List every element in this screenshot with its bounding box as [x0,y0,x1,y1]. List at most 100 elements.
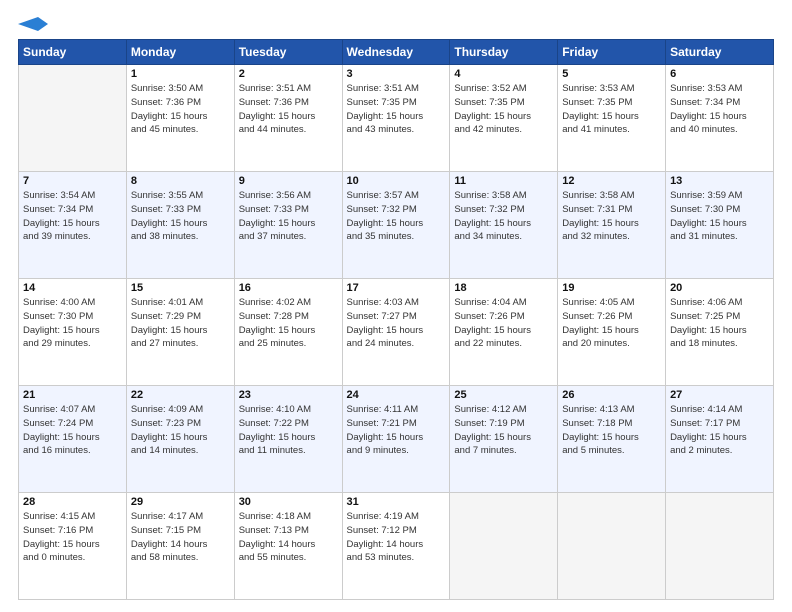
calendar-cell: 19 Sunrise: 4:05 AMSunset: 7:26 PMDayligh… [558,279,666,386]
calendar-cell: 11Sunrise: 3:58 AMSunset: 7:32 PMDayligh… [450,172,558,279]
day-number: 24 [347,389,446,401]
day-number: 15 [131,282,230,294]
day-number: 13 [670,175,769,187]
calendar-header-friday: Friday [558,40,666,65]
day-number: 21 [23,389,122,401]
day-number: 19 [562,282,661,294]
day-number: 28 [23,496,122,508]
logo-arrow-icon [18,17,48,31]
day-info: Sunrise: 4:07 AMSunset: 7:24 PMDaylight:… [23,403,122,458]
calendar-cell: 23 Sunrise: 4:10 AMSunset: 7:22 PMDayligh… [234,386,342,493]
calendar-header-row: SundayMondayTuesdayWednesdayThursdayFrid… [19,40,774,65]
day-number: 14 [23,282,122,294]
calendar-cell: 4 Sunrise: 3:52 AMSunset: 7:35 PMDaylight… [450,65,558,172]
day-number: 12 [562,175,661,187]
logo [18,16,48,31]
day-number: 26 [562,389,661,401]
day-info: Sunrise: 4:06 AMSunset: 7:25 PMDaylight:… [670,296,769,351]
day-info: Sunrise: 4:12 AMSunset: 7:19 PMDaylight:… [454,403,553,458]
calendar-table: SundayMondayTuesdayWednesdayThursdayFrid… [18,39,774,600]
calendar-cell: 1 Sunrise: 3:50 AMSunset: 7:36 PMDaylight… [126,65,234,172]
day-number: 27 [670,389,769,401]
day-info: Sunrise: 4:00 AMSunset: 7:30 PMDaylight:… [23,296,122,351]
calendar-cell: 13 Sunrise: 3:59 AMSunset: 7:30 PMDayligh… [666,172,774,279]
calendar-cell: 9 Sunrise: 3:56 AMSunset: 7:33 PMDaylight… [234,172,342,279]
calendar-cell [558,493,666,600]
day-info: Sunrise: 4:03 AMSunset: 7:27 PMDaylight:… [347,296,446,351]
calendar-cell: 10Sunrise: 3:57 AMSunset: 7:32 PMDayligh… [342,172,450,279]
calendar-cell: 15Sunrise: 4:01 AMSunset: 7:29 PMDayligh… [126,279,234,386]
day-info: Sunrise: 3:51 AMSunset: 7:36 PMDaylight:… [239,82,338,137]
calendar-cell [450,493,558,600]
day-number: 7 [23,175,122,187]
day-number: 25 [454,389,553,401]
day-number: 4 [454,68,553,80]
calendar-cell: 5 Sunrise: 3:53 AMSunset: 7:35 PMDaylight… [558,65,666,172]
calendar-cell: 29Sunrise: 4:17 AMSunset: 7:15 PMDayligh… [126,493,234,600]
calendar-header-tuesday: Tuesday [234,40,342,65]
calendar-header-saturday: Saturday [666,40,774,65]
week-row-1: 1 Sunrise: 3:50 AMSunset: 7:36 PMDaylight… [19,65,774,172]
day-info: Sunrise: 3:55 AMSunset: 7:33 PMDaylight:… [131,189,230,244]
day-info: Sunrise: 4:15 AMSunset: 7:16 PMDaylight:… [23,510,122,565]
day-info: Sunrise: 4:02 AMSunset: 7:28 PMDaylight:… [239,296,338,351]
week-row-4: 21 Sunrise: 4:07 AMSunset: 7:24 PMDayligh… [19,386,774,493]
day-info: Sunrise: 3:58 AMSunset: 7:31 PMDaylight:… [562,189,661,244]
calendar-cell: 14 Sunrise: 4:00 AMSunset: 7:30 PMDayligh… [19,279,127,386]
calendar-cell: 12 Sunrise: 3:58 AMSunset: 7:31 PMDayligh… [558,172,666,279]
day-info: Sunrise: 4:11 AMSunset: 7:21 PMDaylight:… [347,403,446,458]
day-info: Sunrise: 3:50 AMSunset: 7:36 PMDaylight:… [131,82,230,137]
day-info: Sunrise: 3:59 AMSunset: 7:30 PMDaylight:… [670,189,769,244]
day-info: Sunrise: 3:53 AMSunset: 7:34 PMDaylight:… [670,82,769,137]
day-number: 16 [239,282,338,294]
day-number: 8 [131,175,230,187]
day-number: 3 [347,68,446,80]
calendar-cell: 8 Sunrise: 3:55 AMSunset: 7:33 PMDaylight… [126,172,234,279]
calendar-cell: 2 Sunrise: 3:51 AMSunset: 7:36 PMDaylight… [234,65,342,172]
day-number: 23 [239,389,338,401]
day-info: Sunrise: 4:05 AMSunset: 7:26 PMDaylight:… [562,296,661,351]
calendar-cell: 17 Sunrise: 4:03 AMSunset: 7:27 PMDayligh… [342,279,450,386]
calendar-cell: 27 Sunrise: 4:14 AMSunset: 7:17 PMDayligh… [666,386,774,493]
day-number: 6 [670,68,769,80]
day-info: Sunrise: 4:19 AMSunset: 7:12 PMDaylight:… [347,510,446,565]
week-row-5: 28 Sunrise: 4:15 AMSunset: 7:16 PMDayligh… [19,493,774,600]
calendar-cell [19,65,127,172]
day-info: Sunrise: 4:14 AMSunset: 7:17 PMDaylight:… [670,403,769,458]
calendar-cell: 3 Sunrise: 3:51 AMSunset: 7:35 PMDaylight… [342,65,450,172]
day-info: Sunrise: 3:51 AMSunset: 7:35 PMDaylight:… [347,82,446,137]
day-info: Sunrise: 3:53 AMSunset: 7:35 PMDaylight:… [562,82,661,137]
day-number: 5 [562,68,661,80]
day-info: Sunrise: 4:18 AMSunset: 7:13 PMDaylight:… [239,510,338,565]
day-number: 2 [239,68,338,80]
day-info: Sunrise: 4:13 AMSunset: 7:18 PMDaylight:… [562,403,661,458]
day-info: Sunrise: 3:52 AMSunset: 7:35 PMDaylight:… [454,82,553,137]
day-number: 31 [347,496,446,508]
page: SundayMondayTuesdayWednesdayThursdayFrid… [0,0,792,612]
day-number: 17 [347,282,446,294]
day-number: 1 [131,68,230,80]
day-info: Sunrise: 4:09 AMSunset: 7:23 PMDaylight:… [131,403,230,458]
calendar-header-monday: Monday [126,40,234,65]
day-number: 30 [239,496,338,508]
calendar-header-sunday: Sunday [19,40,127,65]
day-number: 22 [131,389,230,401]
day-info: Sunrise: 4:17 AMSunset: 7:15 PMDaylight:… [131,510,230,565]
calendar-cell: 7Sunrise: 3:54 AMSunset: 7:34 PMDaylight… [19,172,127,279]
calendar-cell: 25 Sunrise: 4:12 AMSunset: 7:19 PMDayligh… [450,386,558,493]
calendar-cell: 16 Sunrise: 4:02 AMSunset: 7:28 PMDayligh… [234,279,342,386]
day-info: Sunrise: 3:58 AMSunset: 7:32 PMDaylight:… [454,189,553,244]
day-number: 20 [670,282,769,294]
calendar-cell: 31 Sunrise: 4:19 AMSunset: 7:12 PMDayligh… [342,493,450,600]
calendar-cell: 24 Sunrise: 4:11 AMSunset: 7:21 PMDayligh… [342,386,450,493]
day-info: Sunrise: 4:10 AMSunset: 7:22 PMDaylight:… [239,403,338,458]
calendar-header-thursday: Thursday [450,40,558,65]
calendar-cell: 26 Sunrise: 4:13 AMSunset: 7:18 PMDayligh… [558,386,666,493]
week-row-2: 7Sunrise: 3:54 AMSunset: 7:34 PMDaylight… [19,172,774,279]
calendar-cell: 21 Sunrise: 4:07 AMSunset: 7:24 PMDayligh… [19,386,127,493]
day-number: 9 [239,175,338,187]
day-info: Sunrise: 3:56 AMSunset: 7:33 PMDaylight:… [239,189,338,244]
week-row-3: 14 Sunrise: 4:00 AMSunset: 7:30 PMDayligh… [19,279,774,386]
calendar-cell: 28 Sunrise: 4:15 AMSunset: 7:16 PMDayligh… [19,493,127,600]
day-number: 10 [347,175,446,187]
